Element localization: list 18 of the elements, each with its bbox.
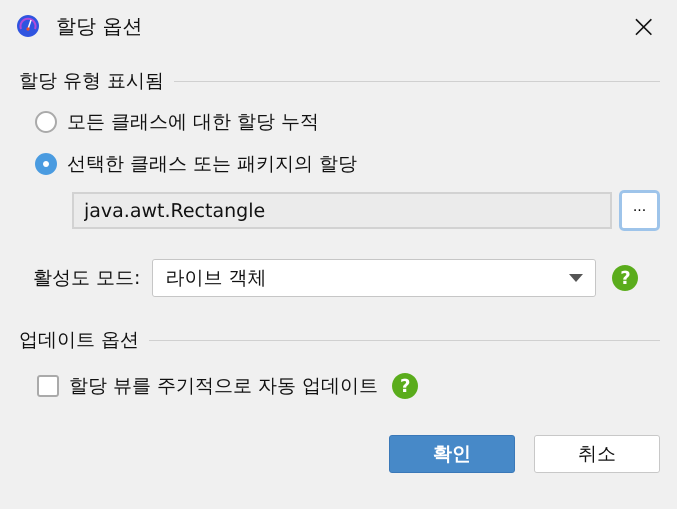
gauge-icon <box>16 14 40 38</box>
mode-dropdown[interactable]: 라이브 객체 <box>152 259 596 297</box>
browse-button[interactable]: ··· <box>619 190 660 231</box>
cancel-button[interactable]: 취소 <box>534 435 660 473</box>
section-heading: 업데이트 옵션 <box>19 328 140 353</box>
radio-button[interactable] <box>35 111 57 133</box>
radio-label[interactable]: 모든 클래스에 대한 할당 누적 <box>67 109 320 135</box>
mode-label: 활성도 모드: <box>33 266 140 291</box>
ok-button[interactable]: 확인 <box>389 435 515 473</box>
radio-button[interactable] <box>35 153 57 175</box>
checkbox[interactable] <box>37 375 59 397</box>
close-button[interactable]: × <box>626 10 661 42</box>
window-title: 할당 옵션 <box>56 12 142 40</box>
checkbox-label[interactable]: 할당 뷰를 주기적으로 자동 업데이트 <box>69 373 378 399</box>
caret-icon <box>569 274 584 282</box>
class-field[interactable]: java.awt.Rectangle <box>72 192 612 229</box>
radio-label[interactable]: 선택한 클래스 또는 패키지의 할당 <box>67 151 358 177</box>
section-heading: 할당 유형 표시됨 <box>19 69 164 94</box>
